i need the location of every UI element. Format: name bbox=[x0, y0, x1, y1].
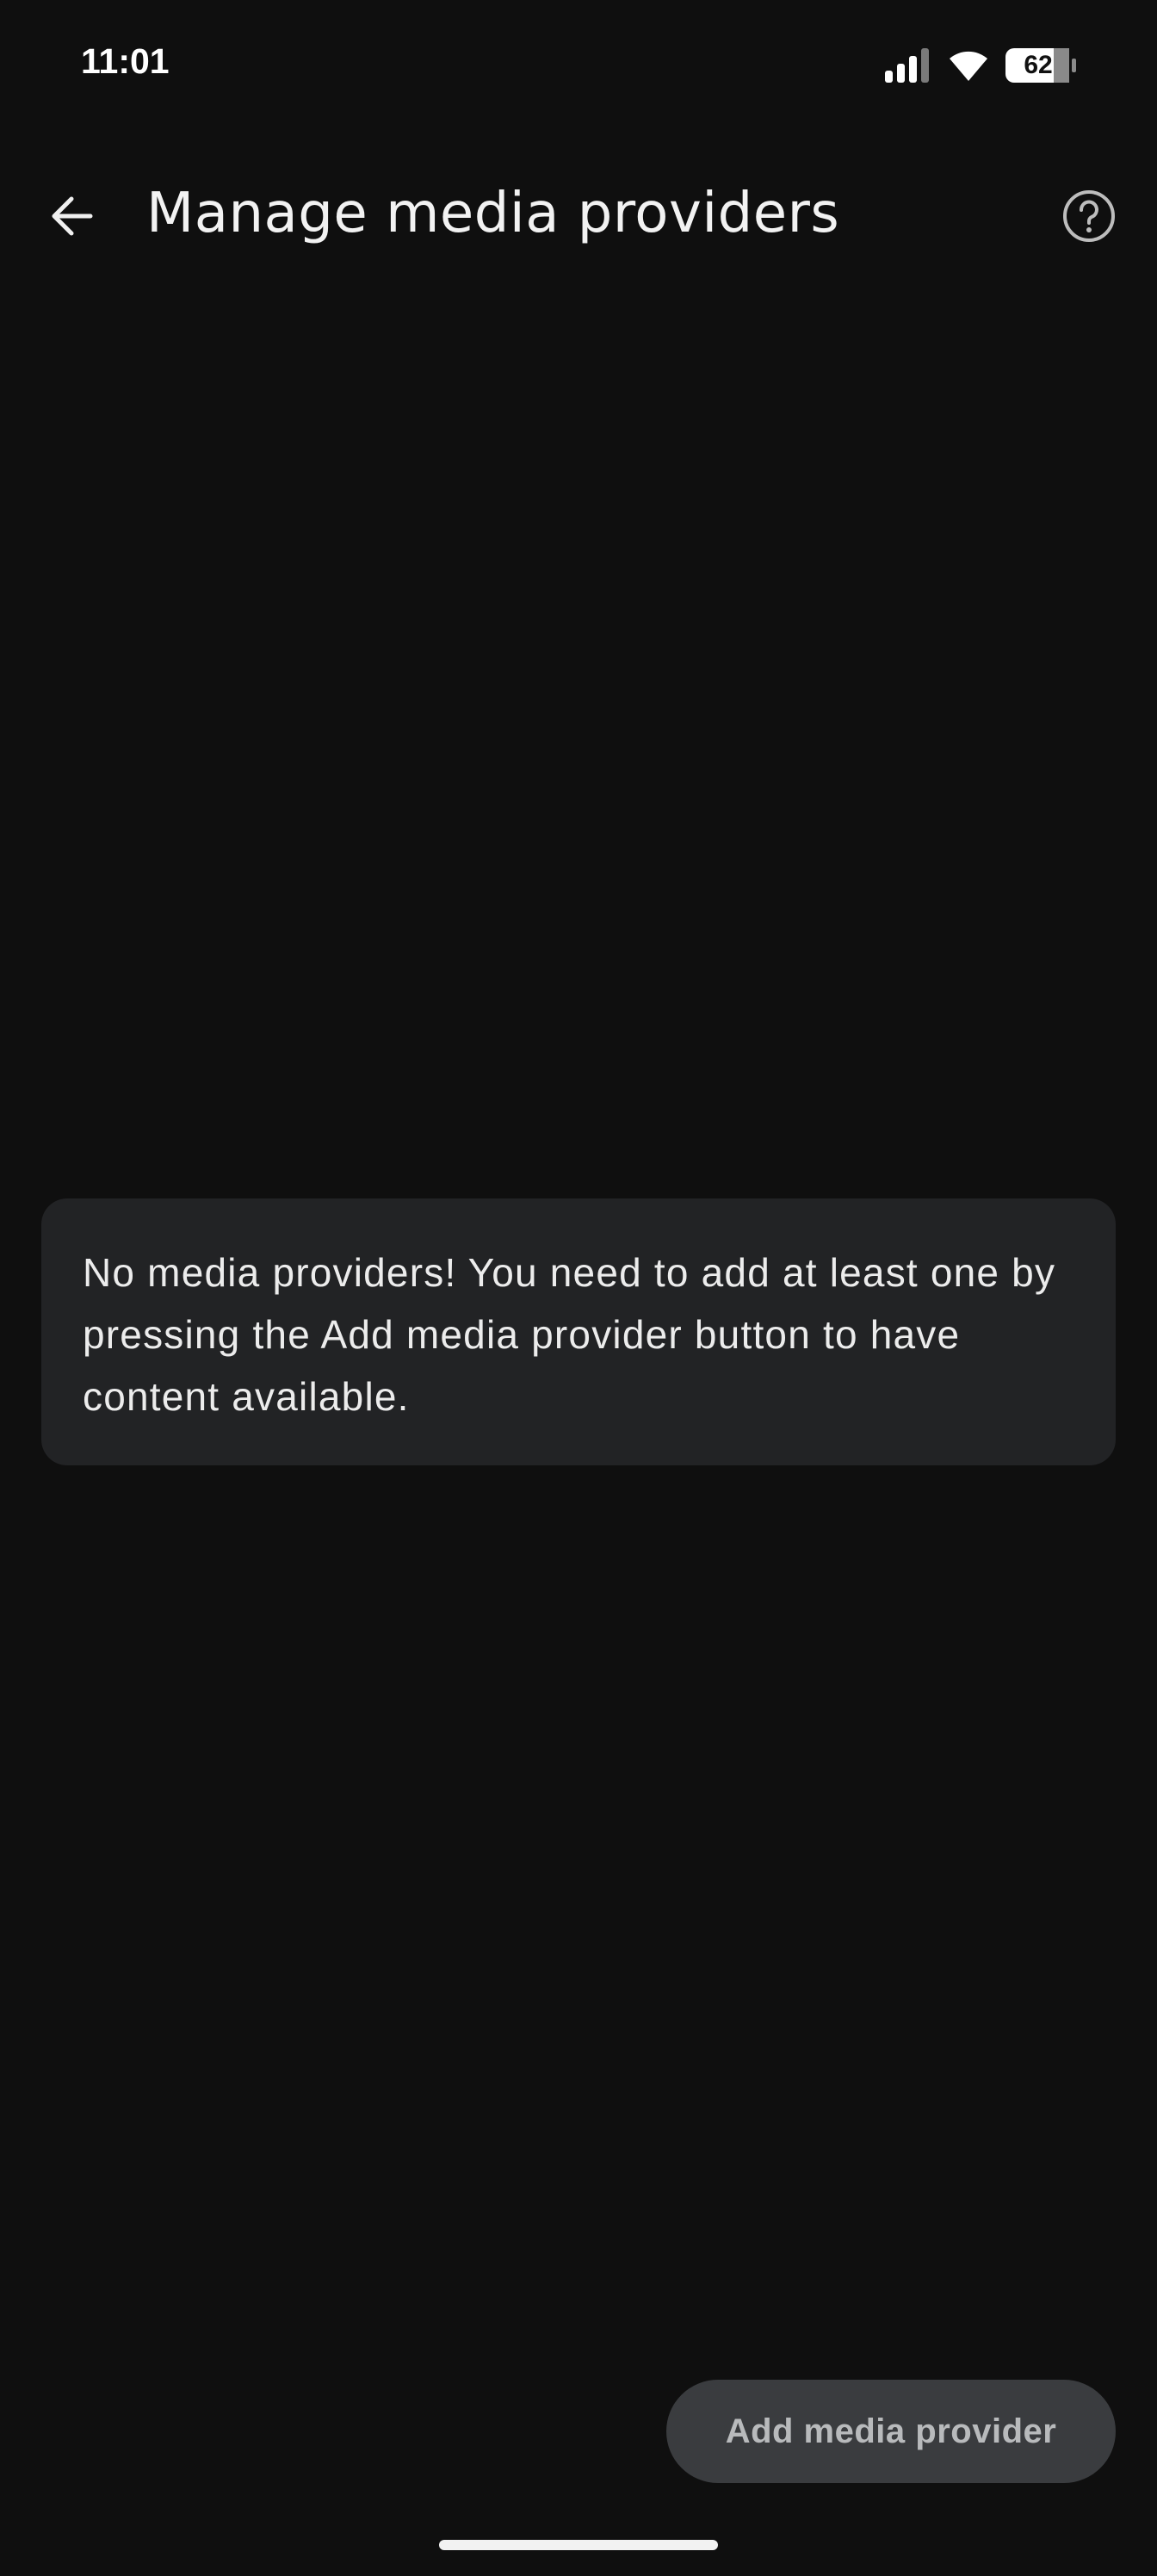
empty-state-message: No media providers! You need to add at l… bbox=[83, 1250, 1056, 1419]
help-button[interactable] bbox=[1052, 179, 1126, 253]
gesture-handle[interactable] bbox=[439, 2540, 718, 2550]
status-bar: 11:01 62 bbox=[0, 0, 1157, 129]
add-media-provider-button[interactable]: Add media provider bbox=[666, 2380, 1116, 2483]
back-button[interactable] bbox=[34, 179, 108, 253]
battery-level: 62 bbox=[1024, 51, 1053, 79]
status-time: 11:01 bbox=[81, 41, 170, 81]
wifi-icon bbox=[950, 51, 987, 81]
arrow-left-icon bbox=[52, 196, 93, 236]
app-bar: Manage media providers bbox=[0, 146, 1157, 281]
signal-icon bbox=[885, 48, 929, 83]
status-icons: 62 bbox=[883, 46, 1076, 84]
help-circle-icon bbox=[1063, 190, 1115, 242]
battery-icon: 62 bbox=[1005, 48, 1076, 83]
page-title: Manage media providers bbox=[146, 182, 840, 245]
empty-state-card: No media providers! You need to add at l… bbox=[41, 1198, 1116, 1465]
